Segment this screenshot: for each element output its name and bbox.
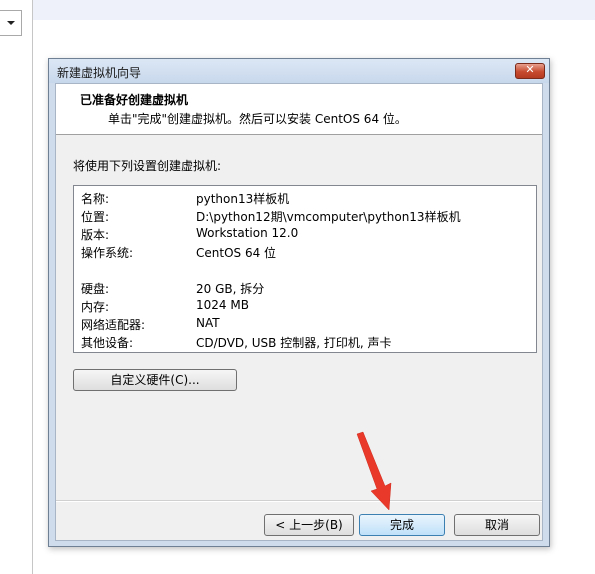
summary-value: CD/DVD, USB 控制器, 打印机, 声卡 [196,336,392,350]
dialog-title: 新建虚拟机向导 [57,66,142,80]
intro-label: 将使用下列设置创建虚拟机: [73,159,222,173]
background-dropdown[interactable] [0,10,22,36]
summary-key: 版本: [81,228,110,242]
summary-key: 位置: [81,210,110,224]
chevron-down-icon [7,21,15,25]
background-toolbar [0,0,595,20]
header-subtitle: 单击"完成"创建虚拟机。然后可以安装 CentOS 64 位。 [108,112,407,126]
close-button[interactable]: ✕ [515,63,545,79]
finish-button[interactable]: 完成 [359,514,445,536]
customize-hardware-button[interactable]: 自定义硬件(C)... [73,369,237,391]
cancel-button[interactable]: 取消 [454,514,540,536]
summary-value: CentOS 64 位 [196,246,277,260]
settings-summary: 名称: python13样板机 位置: D:\python12期\vmcompu… [73,185,537,353]
summary-value: NAT [196,316,220,330]
summary-value: python13样板机 [196,192,290,206]
new-vm-wizard-dialog: 新建虚拟机向导 ✕ 已准备好创建虚拟机 单击"完成"创建虚拟机。然后可以安装 C… [48,58,550,547]
summary-value: 20 GB, 拆分 [196,282,265,296]
screen: 新建虚拟机向导 ✕ 已准备好创建虚拟机 单击"完成"创建虚拟机。然后可以安装 C… [0,0,595,574]
wizard-header: 已准备好创建虚拟机 单击"完成"创建虚拟机。然后可以安装 CentOS 64 位… [56,84,542,135]
header-title: 已准备好创建虚拟机 [80,93,189,107]
summary-key: 其他设备: [81,336,134,350]
summary-key: 名称: [81,192,110,206]
summary-key: 网络适配器: [81,318,146,332]
back-button[interactable]: < 上一步(B) [264,514,354,536]
dialog-body: 已准备好创建虚拟机 单击"完成"创建虚拟机。然后可以安装 CentOS 64 位… [55,83,543,541]
background-left-panel [0,0,33,574]
summary-value: Workstation 12.0 [196,226,299,240]
close-icon: ✕ [525,63,535,76]
summary-value: 1024 MB [196,298,249,312]
summary-key: 内存: [81,300,110,314]
summary-key: 操作系统: [81,246,134,260]
summary-key: 硬盘: [81,282,110,296]
footer-divider [56,500,542,502]
summary-value: D:\python12期\vmcomputer\python13样板机 [196,210,461,224]
title-bar: 新建虚拟机向导 ✕ [49,59,549,83]
